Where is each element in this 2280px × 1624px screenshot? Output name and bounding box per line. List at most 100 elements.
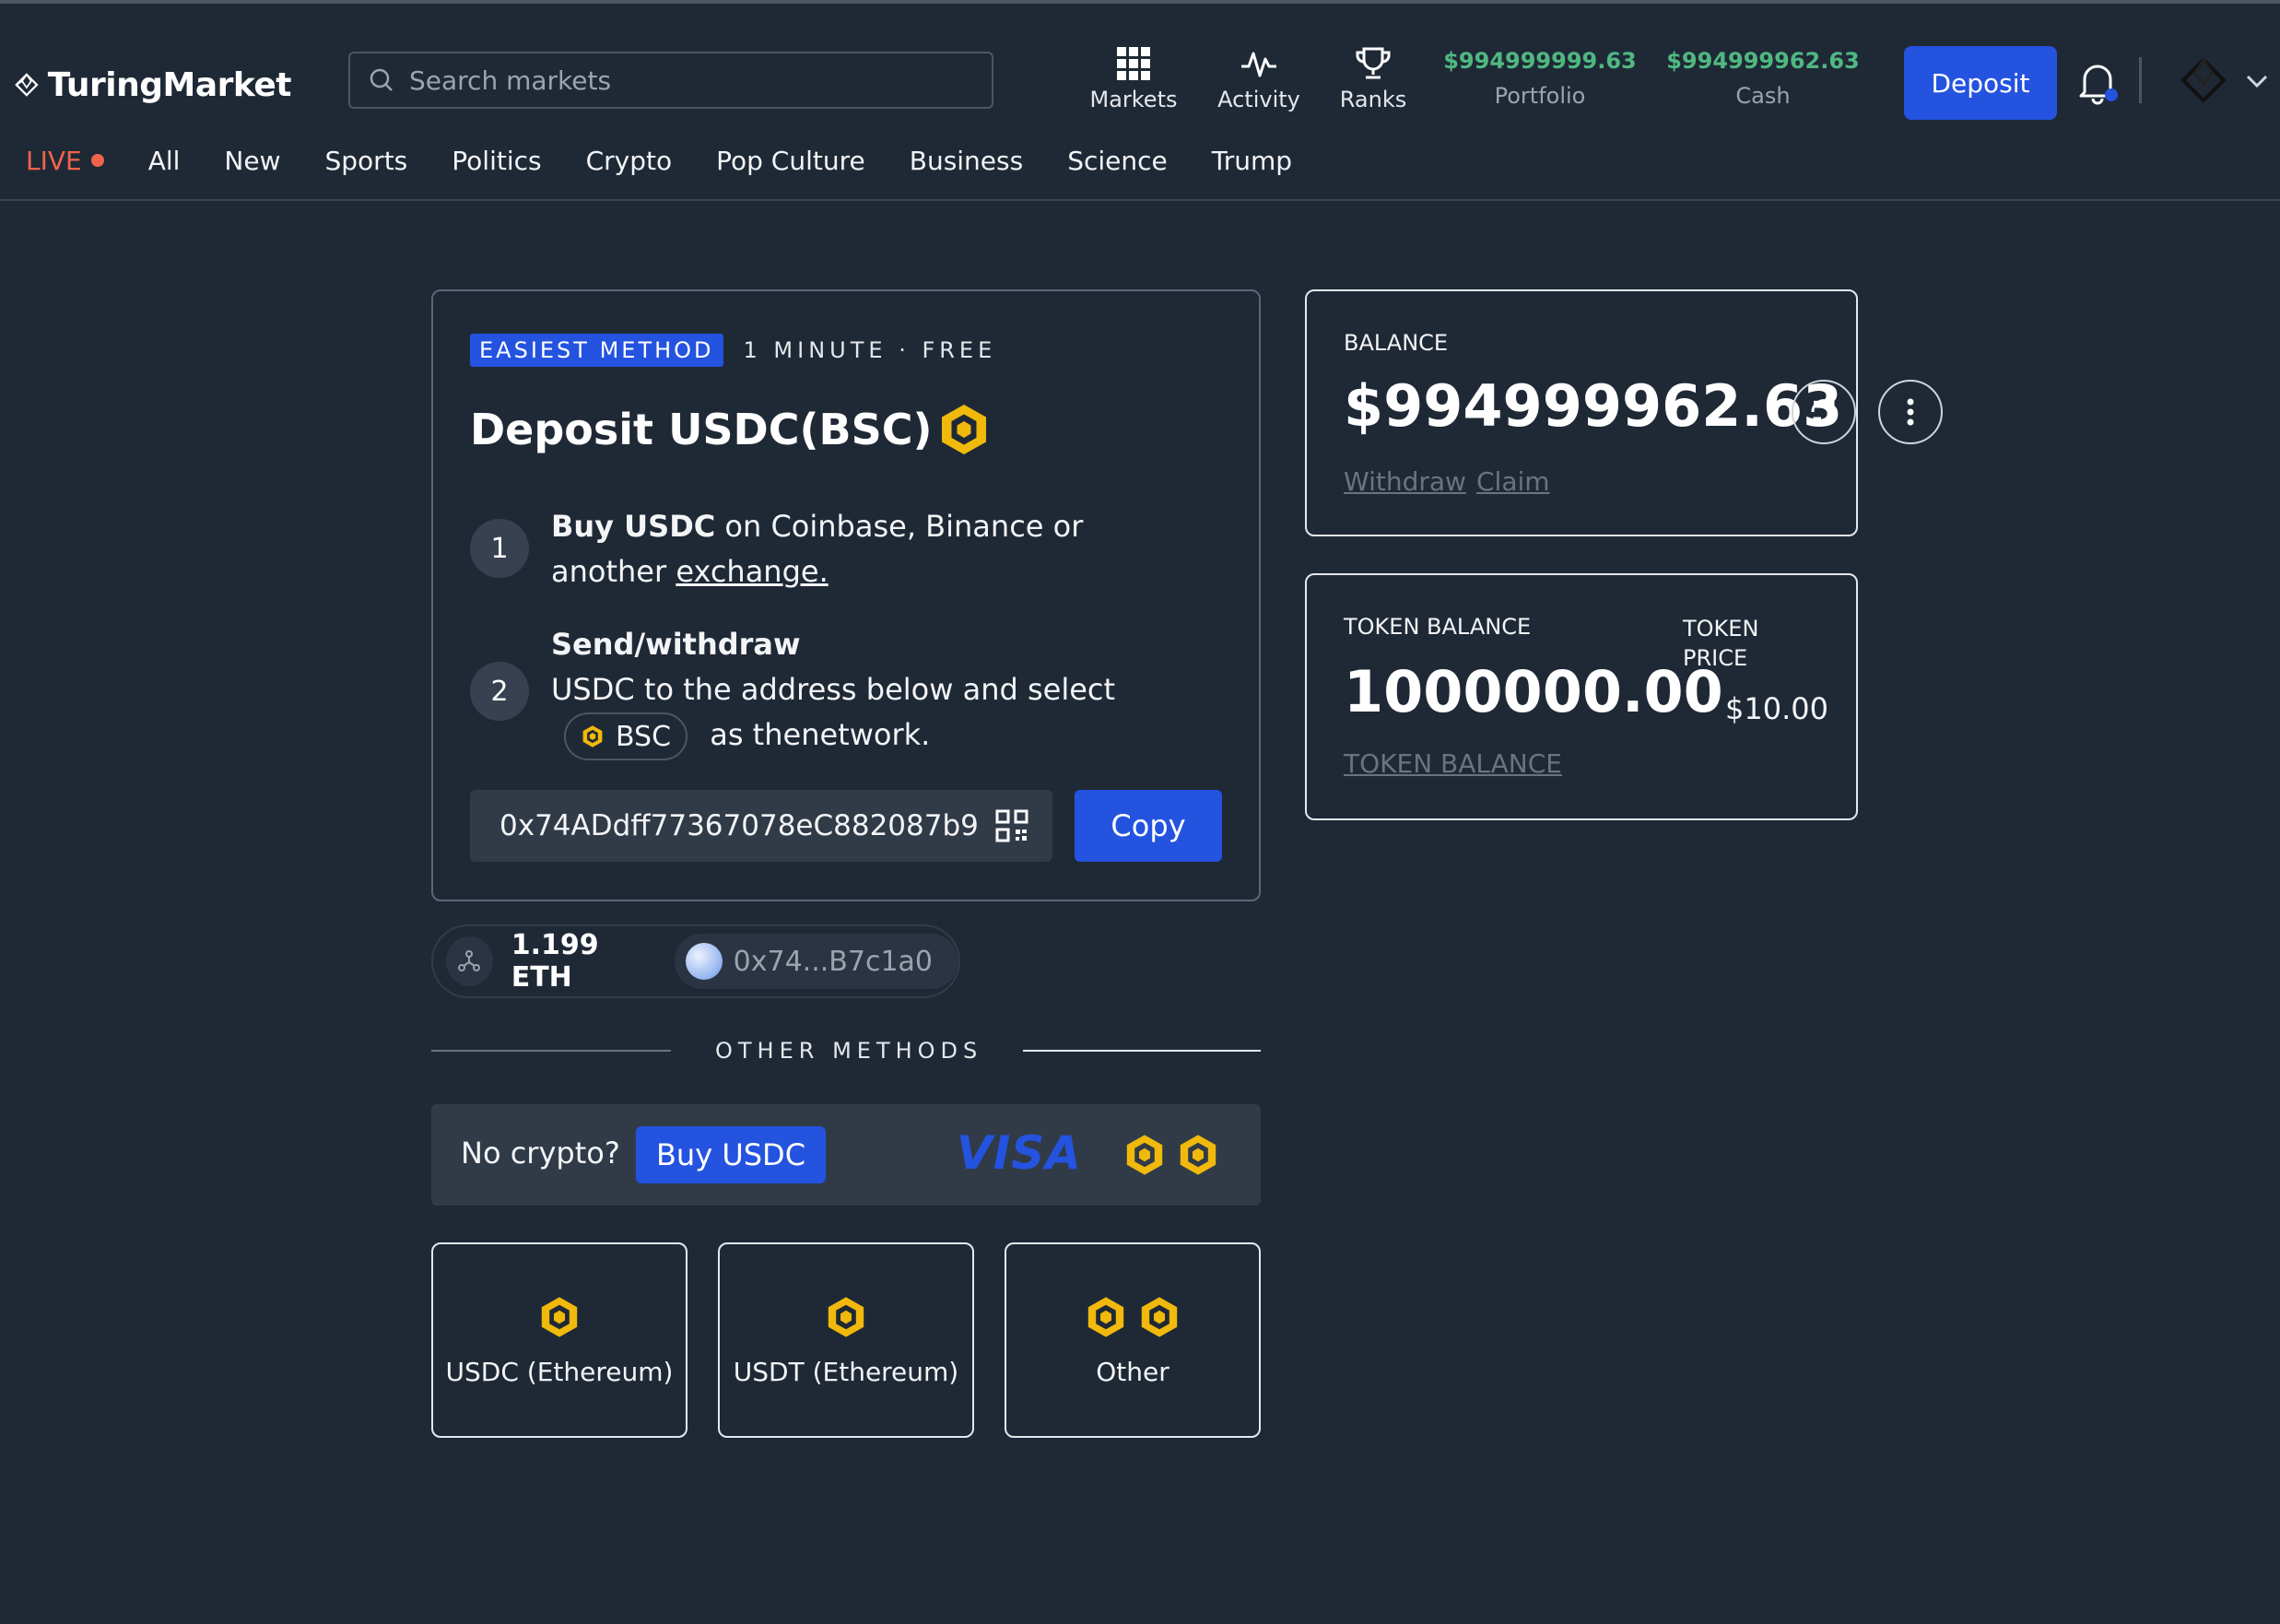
nav-markets[interactable]: Markets [1078,46,1189,120]
deposit-address-field[interactable]: 0x74ADdff77367078eC882087b9 [470,790,1052,862]
token-balance-value: 1000000.00 [1344,658,1723,725]
step-2-text: Send/withdraw USDC to the address below … [551,622,1233,760]
category-business[interactable]: Business [910,146,1023,176]
token-price-label: TOKEN PRICE [1683,614,1758,673]
wallet-address-chip[interactable]: 0x74...B7c1a0 [674,934,958,989]
logo[interactable]: TuringMarket [15,55,292,114]
token-balance-card: TOKEN BALANCE 1000000.00 TOKEN PRICE $10… [1305,573,1858,820]
claim-link[interactable]: Claim [1476,466,1550,497]
grid-icon [1117,47,1150,80]
search-box[interactable] [348,52,993,109]
option-label: USDT (Ethereum) [733,1356,959,1387]
avatar-cube-icon [2180,57,2227,103]
option-label: USDC (Ethereum) [445,1356,674,1387]
nav-activity-label: Activity [1217,87,1300,112]
option-usdt-ethereum[interactable]: USDT (Ethereum) [718,1242,974,1438]
exchange-link[interactable]: exchange. [676,554,828,589]
refresh-balance-button[interactable] [1792,380,1856,444]
category-pop-culture[interactable]: Pop Culture [716,146,865,176]
bsc-label: BSC [616,720,672,753]
bnb-icon [541,1296,578,1337]
category-all[interactable]: All [148,146,181,176]
copy-address-button[interactable]: Copy [1075,790,1222,862]
bnb-icon [1141,1296,1178,1337]
top-header: TuringMarket Markets Activity Ranks [0,4,2280,201]
category-trump[interactable]: Trump [1212,146,1292,176]
wallet-avatar [685,943,723,980]
notifications-button[interactable] [2077,61,2118,105]
no-crypto-text: No crypto? [461,1136,620,1171]
bnb-small-icon [582,725,603,747]
eth-balance: 1.199 ETH [511,929,599,994]
logo-text: TuringMarket [47,65,292,104]
category-crypto[interactable]: Crypto [586,146,673,176]
deposit-title-row: Deposit USDC(BSC) [470,402,992,457]
bsc-network-pill: BSC [564,712,688,760]
easiest-method-badge: EASIEST METHOD [470,334,723,367]
category-new[interactable]: New [224,146,280,176]
nav-ranks[interactable]: Ranks [1318,46,1428,120]
balance-card: BALANCE $994999962.63 Withdraw Claim [1305,289,1858,536]
wallet-info-pill[interactable]: 1.199 ETH 0x74...B7c1a0 [431,924,960,998]
deposit-address: 0x74ADdff77367078eC882087b9 [499,809,979,842]
step-1-text: Buy USDC on Coinbase, Binance or another… [551,504,1196,594]
step-2-number: 2 [470,662,529,721]
buy-usdc-bar: No crypto? Buy USDC VISA [431,1104,1261,1206]
cash-stat[interactable]: $994999962.63 Cash [1666,48,1860,109]
token-price-label-line1: TOKEN [1683,616,1759,641]
category-nav: LIVE All New Sports Politics Crypto Pop … [26,142,1336,179]
visa-logo: VISA [957,1126,1083,1180]
option-other[interactable]: Other [1005,1242,1261,1438]
category-sports[interactable]: Sports [325,146,408,176]
qr-code-icon[interactable] [995,809,1028,842]
more-vertical-icon [1907,398,1914,426]
option-usdc-ethereum[interactable]: USDC (Ethereum) [431,1242,688,1438]
network-nodes-icon [458,950,481,971]
deposit-time-fee: 1 MINUTE · FREE [743,337,997,363]
search-icon [370,68,393,91]
more-options-button[interactable] [1878,380,1943,444]
nav-markets-label: Markets [1089,87,1178,112]
option-icons [1084,1294,1181,1340]
network-badge [446,936,493,986]
refresh-icon [1811,399,1837,425]
nav-activity[interactable]: Activity [1204,46,1314,120]
deposit-title: Deposit USDC(BSC) [470,405,933,454]
nav-ranks-label: Ranks [1339,87,1407,112]
withdraw-link[interactable]: Withdraw [1344,466,1466,497]
step-1-number: 1 [470,519,529,578]
bnb-icon [1180,1135,1216,1175]
cash-value: $994999962.63 [1666,48,1860,74]
buy-usdc-button[interactable]: Buy USDC [636,1126,826,1183]
category-science[interactable]: Science [1067,146,1168,176]
account-menu-toggle[interactable] [2245,72,2269,90]
divider-right [1023,1050,1261,1052]
deposit-meta-row: EASIEST METHOD 1 MINUTE · FREE [470,334,996,367]
step-1-bold: Buy USDC [551,509,716,544]
token-price-label-line2: PRICE [1683,645,1748,671]
category-live[interactable]: LIVE [26,146,104,176]
header-divider [2139,57,2142,103]
step-1-rest: on Coinbase, Binance or [715,509,1084,544]
bnb-icon [828,1296,864,1337]
trophy-icon [1356,47,1391,79]
option-label: Other [1096,1356,1169,1387]
bnb-icon [1087,1296,1124,1337]
token-price-value: $10.00 [1725,691,1828,726]
chevron-down-icon [2246,75,2268,88]
portfolio-stat[interactable]: $994999999.63 Portfolio [1443,48,1637,109]
balance-value: $994999962.63 [1344,372,1843,440]
avatar[interactable] [2180,57,2236,109]
step-2-after: as thenetwork. [710,717,931,752]
search-input[interactable] [407,64,964,97]
balance-label: BALANCE [1344,330,1449,356]
live-dot [90,154,104,167]
category-politics[interactable]: Politics [452,146,541,176]
divider-left [431,1050,671,1052]
bell-icon [2079,65,2118,105]
token-balance-link[interactable]: TOKEN BALANCE [1344,748,1562,779]
bnb-icon [941,405,986,454]
logo-cube-icon [15,73,39,97]
deposit-button[interactable]: Deposit [1904,46,2057,120]
cash-label: Cash [1735,83,1791,109]
